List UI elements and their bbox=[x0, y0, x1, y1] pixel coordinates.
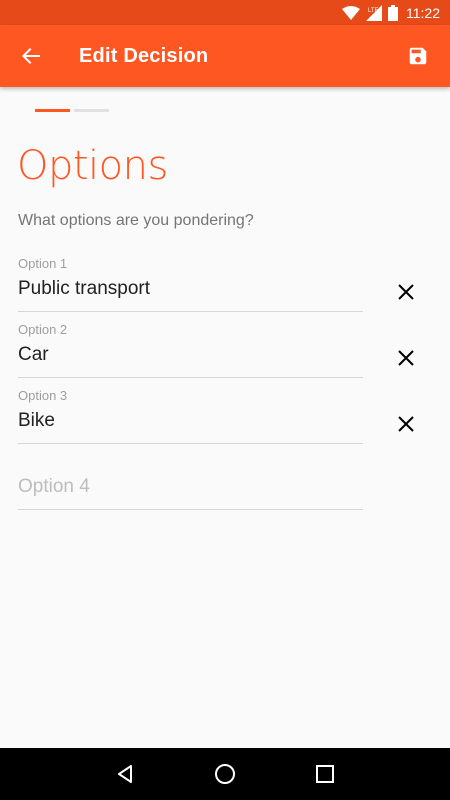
step-2-indicator bbox=[74, 109, 109, 112]
status-time: 11:22 bbox=[406, 4, 440, 21]
input-underline bbox=[18, 509, 363, 510]
status-icons: LTE bbox=[342, 4, 398, 21]
new-option-input[interactable]: Option 4 bbox=[18, 476, 90, 498]
input-underline bbox=[18, 311, 363, 312]
system-nav-bar bbox=[0, 748, 450, 800]
close-icon bbox=[398, 416, 414, 432]
section-prompt: What options are you pondering? bbox=[18, 212, 254, 229]
input-underline bbox=[18, 443, 363, 444]
option-input[interactable]: Public transport bbox=[18, 278, 150, 300]
app-bar: Edit Decision bbox=[0, 25, 450, 87]
network-type: LTE bbox=[368, 8, 379, 14]
save-button[interactable] bbox=[396, 34, 440, 78]
recents-square-icon bbox=[316, 765, 334, 783]
home-circle-icon bbox=[215, 764, 235, 784]
remove-option-button[interactable] bbox=[390, 276, 422, 308]
page-title: Edit Decision bbox=[79, 44, 209, 67]
arrow-back-icon bbox=[22, 48, 40, 64]
nav-back-button[interactable] bbox=[101, 750, 149, 798]
option-label: Option 3 bbox=[18, 388, 68, 403]
close-icon bbox=[398, 350, 414, 366]
option-input[interactable]: Bike bbox=[18, 410, 55, 432]
nav-recents-button[interactable] bbox=[301, 750, 349, 798]
wifi-icon bbox=[342, 5, 360, 20]
close-icon bbox=[398, 284, 414, 300]
signal-icon: LTE bbox=[366, 4, 382, 21]
remove-option-button[interactable] bbox=[390, 342, 422, 374]
input-underline bbox=[18, 377, 363, 378]
status-bar: LTE 11:22 bbox=[0, 0, 450, 25]
step-1-indicator bbox=[35, 109, 70, 112]
back-triangle-icon bbox=[118, 765, 132, 783]
section-title: Options bbox=[17, 143, 168, 189]
option-input[interactable]: Car bbox=[18, 344, 49, 366]
back-button[interactable] bbox=[0, 25, 62, 87]
remove-option-button[interactable] bbox=[390, 408, 422, 440]
battery-icon bbox=[388, 4, 398, 21]
nav-home-button[interactable] bbox=[201, 750, 249, 798]
option-label: Option 1 bbox=[18, 256, 68, 271]
step-indicator bbox=[35, 109, 109, 112]
save-icon bbox=[409, 47, 427, 65]
option-label: Option 2 bbox=[18, 322, 68, 337]
